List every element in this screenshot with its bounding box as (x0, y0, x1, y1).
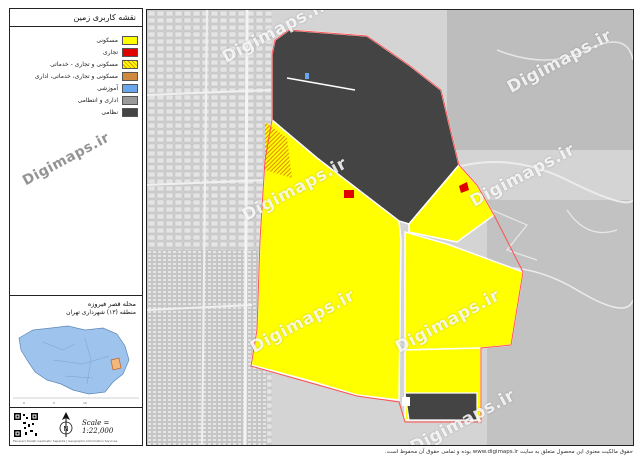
legend-panel: نقشه کاربری زمین مسکونی تجاری مسکونی و ت… (9, 8, 143, 446)
legend-title: نقشه کاربری زمین (10, 9, 142, 27)
qr-code-icon (13, 412, 39, 438)
legend-swatch-residential (122, 35, 138, 45)
legend-label: نظامی (101, 108, 118, 116)
legend-item-mixed-admin: مسکونی و تجاری، خدماتی، اداری (35, 71, 138, 81)
legend-item-educational: آموزشی (97, 83, 138, 93)
legend-swatch-mixed-hatch (122, 59, 138, 69)
legend-item-mixed-commercial: مسکونی و تجاری - خدماتی (50, 59, 138, 69)
region-name: منطقه (۱۳) شهرداری تهران (66, 309, 136, 316)
watermark-text: Digimaps.ir (20, 129, 113, 190)
north-label: N (63, 425, 68, 433)
scale-label: Scale = 1:22,000 (82, 419, 114, 435)
copyright-note: حقوق مالکیت معنوی این محصول متعلق به سای… (384, 449, 633, 455)
info-box: N Scale = 1:22,000 Fanavari Dadeh Geomat… (10, 407, 142, 445)
legend-swatch-educational (122, 83, 138, 93)
svg-text:0: 0 (23, 401, 25, 405)
north-arrow-icon: N (59, 412, 73, 437)
legend-label: آموزشی (97, 84, 118, 92)
district-box: محله قصر فیروزه منطقه (۱۳) شهرداری تهران… (10, 295, 142, 407)
legend-label: مسکونی و تجاری، خدماتی، اداری (34, 72, 118, 80)
credit-text: Fanavari Dadeh Geomatic Sepanta | Geogra… (13, 439, 118, 443)
legend-item-commercial: تجاری (103, 47, 138, 57)
legend-label: تجاری (103, 48, 118, 56)
legend-item-administrative: اداری و انتظامی (78, 95, 138, 105)
svg-text:5: 5 (53, 401, 55, 405)
land-use-map (147, 10, 633, 445)
inset-locator-map: 0 5 10 (13, 320, 139, 405)
map-canvas[interactable]: Digimaps.ir Digimaps.ir Digimaps.ir Digi… (146, 9, 634, 446)
legend-item-residential: مسکونی (96, 35, 138, 45)
legend-label: مسکونی و تجاری - خدماتی (50, 60, 118, 68)
legend-item-military: نظامی (101, 107, 138, 117)
commercial-parcel (344, 190, 354, 198)
inset-highlight (110, 357, 122, 371)
map-sheet: نقشه کاربری زمین مسکونی تجاری مسکونی و ت… (0, 0, 643, 461)
svg-text:10: 10 (83, 401, 87, 405)
educational-parcel (305, 73, 309, 79)
district-name: محله قصر فیروزه (87, 300, 136, 308)
legend-swatch-commercial (122, 47, 138, 57)
legend-label: اداری و انتظامی (77, 96, 118, 104)
legend-swatch-administrative (122, 95, 138, 105)
legend-swatch-military (122, 107, 138, 117)
legend-label: مسکونی (96, 36, 118, 44)
legend-swatch-mixed-admin (122, 71, 138, 81)
